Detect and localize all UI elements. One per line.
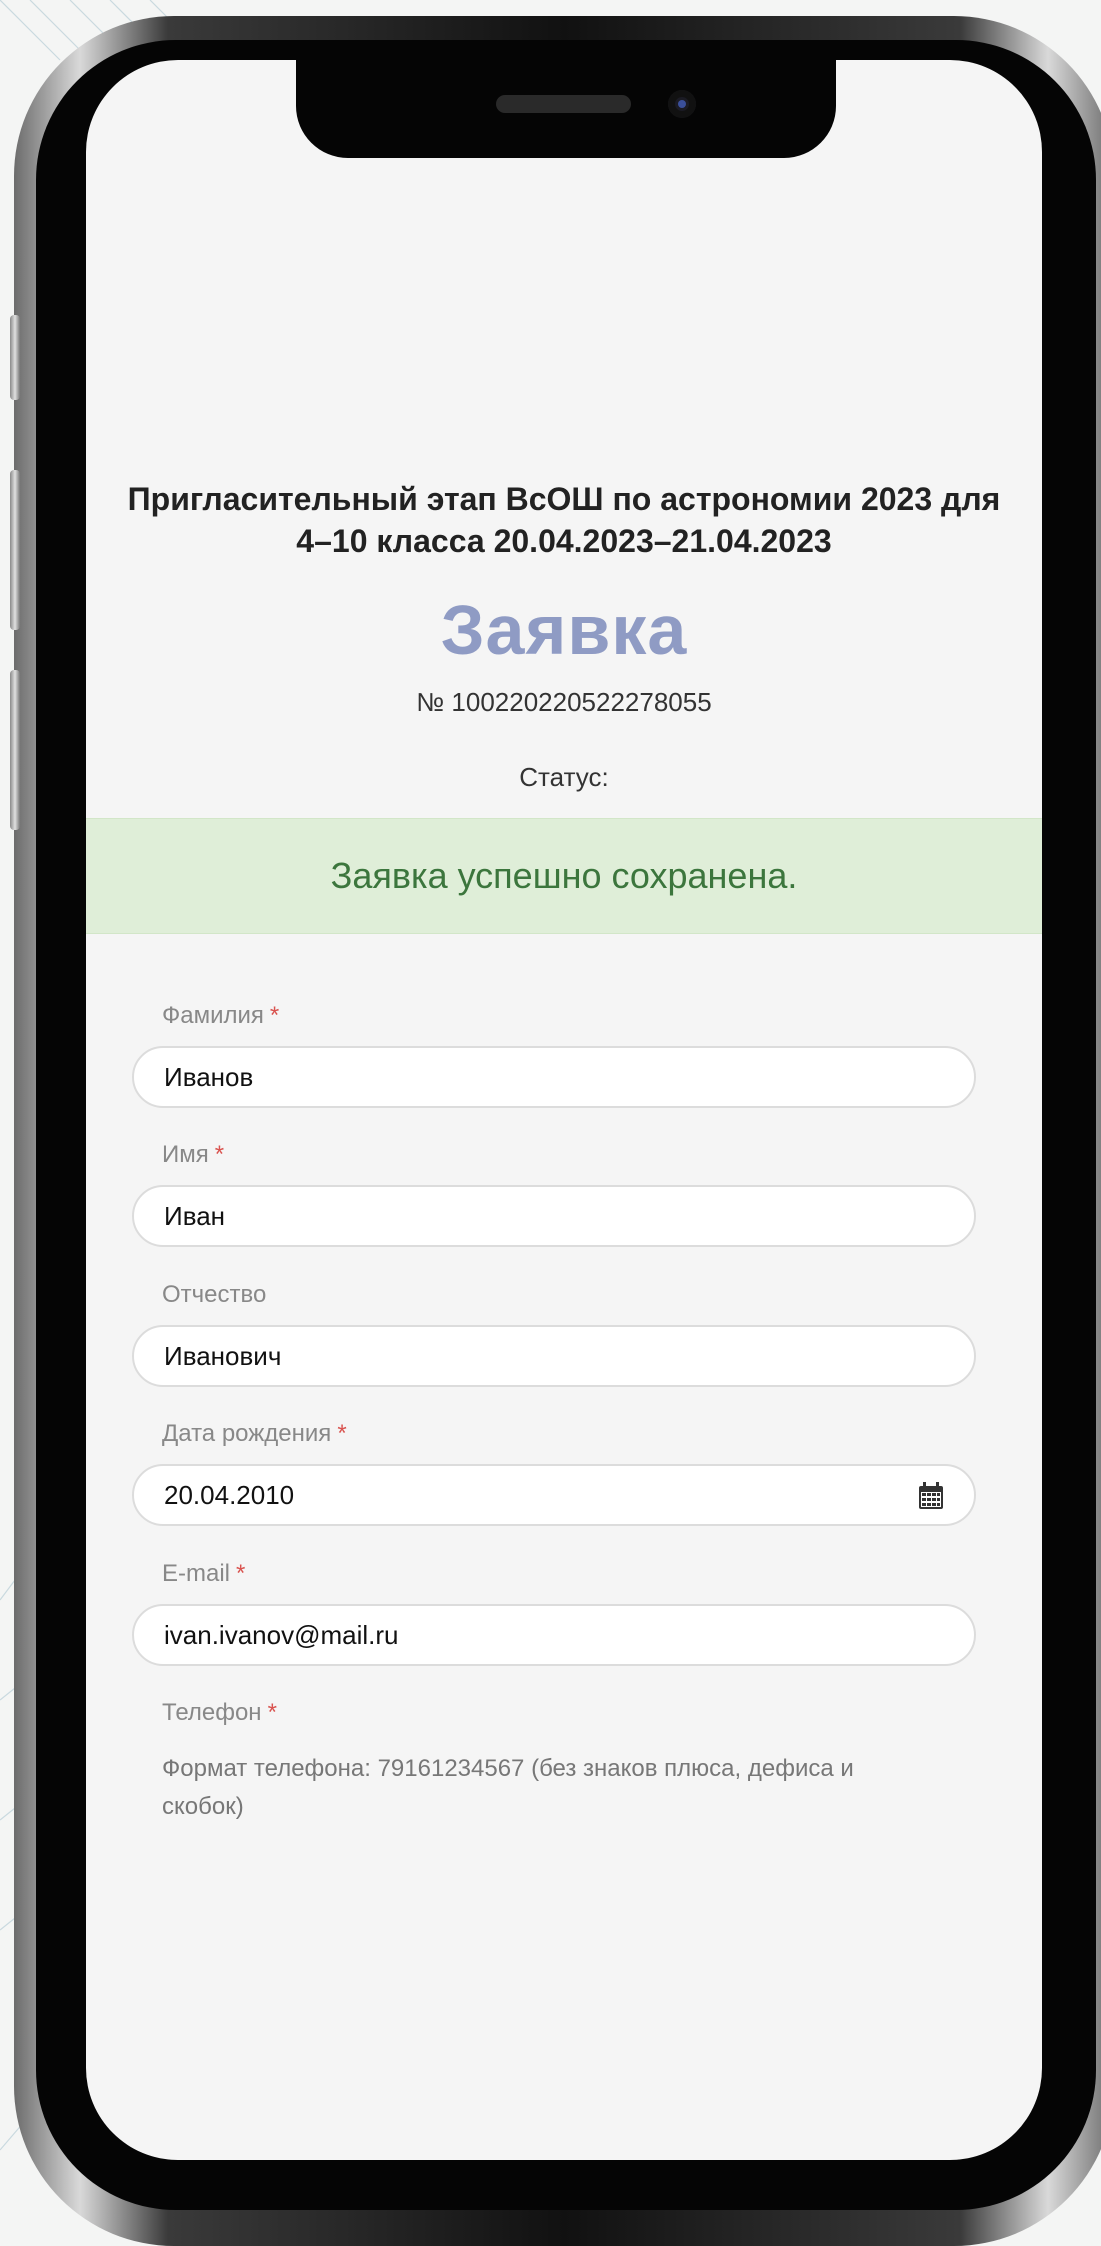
birth-date-value: 20.04.2010 <box>164 1479 295 1510</box>
required-mark: * <box>214 1141 225 1168</box>
phone-label: Телефон * <box>162 1699 277 1727</box>
success-alert-text: Заявка успешно сохранена. <box>330 855 798 896</box>
success-alert: Заявка успешно сохранена. <box>86 818 1042 934</box>
first-name-label: Имя * <box>162 1141 224 1169</box>
email-input[interactable]: ivan.ivanov@mail.ru <box>132 1604 976 1666</box>
required-mark: * <box>267 1699 277 1726</box>
phone-volume-up-button <box>10 470 20 630</box>
patronymic-label-text: Отчество <box>162 1281 267 1308</box>
application-heading: Заявка <box>440 591 688 669</box>
last-name-input[interactable]: Иванов <box>132 1046 976 1108</box>
birth-date-input[interactable]: 20.04.2010 <box>132 1464 976 1526</box>
last-name-label-text: Фамилия <box>162 1002 264 1029</box>
patronymic-value: Иванович <box>164 1340 282 1371</box>
phone-screen: Пригласительный этап ВсОШ по астрономии … <box>86 60 1042 2160</box>
required-mark: * <box>269 1002 280 1029</box>
calendar-icon[interactable] <box>918 1482 944 1510</box>
first-name-value: Иван <box>164 1200 226 1231</box>
phone-mute-switch <box>10 315 20 400</box>
front-camera <box>668 90 696 118</box>
first-name-label-text: Имя <box>162 1141 209 1168</box>
application-number: № 100220220522278055 <box>416 687 712 717</box>
last-name-value: Иванов <box>164 1061 254 1092</box>
required-mark: * <box>337 1420 347 1447</box>
last-name-label: Фамилия * <box>162 1002 279 1030</box>
birth-date-label: Дата рождения * <box>162 1420 347 1448</box>
required-mark: * <box>236 1560 246 1587</box>
speaker-grille <box>496 95 631 113</box>
first-name-input[interactable]: Иван <box>132 1185 976 1247</box>
email-label-text: E-mail <box>162 1560 231 1587</box>
patronymic-label: Отчество <box>162 1281 266 1309</box>
email-label: E-mail * <box>162 1560 245 1588</box>
email-value: ivan.ivanov@mail.ru <box>164 1619 399 1650</box>
phone-label-text: Телефон <box>162 1699 262 1726</box>
birth-date-label-text: Дата рождения <box>162 1420 332 1447</box>
phone-notch <box>296 60 836 158</box>
phone-volume-down-button <box>10 670 20 830</box>
status-label: Статус: <box>519 762 609 792</box>
phone-format-hint: Формат телефона: 79161234567 (без знаков… <box>162 1755 854 1820</box>
page-title: Пригласительный этап ВсОШ по астрономии … <box>127 481 1001 559</box>
patronymic-input[interactable]: Иванович <box>132 1325 976 1387</box>
